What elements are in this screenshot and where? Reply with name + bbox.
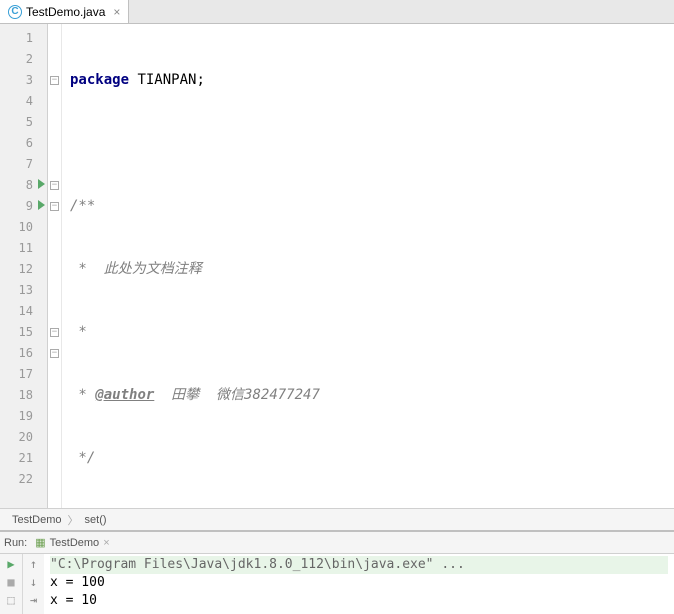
code-editor[interactable]: package TIANPAN; /** * 此处为文档注释 * * @auth…: [62, 24, 674, 508]
run-gutter-icon[interactable]: [38, 179, 45, 189]
line-number: 3: [0, 70, 47, 91]
java-class-icon: C: [8, 5, 22, 19]
line-number: 19: [0, 406, 47, 427]
breadcrumb-method[interactable]: set(): [85, 514, 107, 526]
line-number: 21: [0, 448, 47, 469]
run-gutter-icon[interactable]: [38, 200, 45, 210]
tab-bar: C TestDemo.java ×: [0, 0, 674, 24]
line-number: 20: [0, 427, 47, 448]
line-number: 8: [0, 175, 47, 196]
rerun-icon[interactable]: ▶: [3, 556, 19, 572]
line-number: 9: [0, 196, 47, 217]
run-config-icon: ▦: [35, 536, 45, 549]
line-number: 7: [0, 154, 47, 175]
line-number: 18: [0, 385, 47, 406]
line-number: 15: [0, 322, 47, 343]
fold-toggle-icon[interactable]: −: [50, 328, 59, 337]
fold-toggle-icon[interactable]: −: [50, 202, 59, 211]
down-icon[interactable]: ↓: [26, 574, 42, 590]
fold-column: − − − − −: [48, 24, 62, 508]
run-header: Run: ▦ TestDemo ×: [0, 532, 674, 554]
chevron-right-icon: 〉: [68, 512, 79, 528]
tab-filename: TestDemo.java: [26, 5, 105, 19]
editor-tab[interactable]: C TestDemo.java ×: [0, 0, 129, 23]
line-number: 10: [0, 217, 47, 238]
fold-toggle-icon[interactable]: −: [50, 349, 59, 358]
editor-area: 1 2 3 4 5 6 7 8 9 10 11 12 13 14 15 16 1…: [0, 24, 674, 508]
wrap-icon[interactable]: ⇥: [26, 592, 42, 608]
exit-icon[interactable]: ⬚: [3, 592, 19, 608]
run-toolbar-right: ↑ ↓ ⇥: [22, 554, 44, 614]
console-line: x = 100: [50, 574, 668, 592]
close-icon[interactable]: ×: [103, 537, 109, 549]
run-label: Run:: [4, 537, 27, 549]
line-number: 17: [0, 364, 47, 385]
close-icon[interactable]: ×: [113, 5, 120, 19]
line-number: 6: [0, 133, 47, 154]
console-command: "C:\Program Files\Java\jdk1.8.0_112\bin\…: [50, 556, 668, 574]
breadcrumb-class[interactable]: TestDemo: [12, 514, 62, 526]
fold-toggle-icon[interactable]: −: [50, 181, 59, 190]
up-icon[interactable]: ↑: [26, 556, 42, 572]
breadcrumb: TestDemo 〉 set(): [0, 508, 674, 530]
line-number: 16: [0, 343, 47, 364]
console-line: x = 10: [50, 592, 668, 610]
run-tool-window: Run: ▦ TestDemo × ▶ ■ ⬚ ↑ ↓ ⇥ "C:\Progra…: [0, 530, 674, 614]
line-number-gutter: 1 2 3 4 5 6 7 8 9 10 11 12 13 14 15 16 1…: [0, 24, 48, 508]
line-number: 12: [0, 259, 47, 280]
line-number: 1: [0, 28, 47, 49]
run-config-tab[interactable]: ▦ TestDemo ×: [35, 536, 109, 549]
line-number: 2: [0, 49, 47, 70]
line-number: 13: [0, 280, 47, 301]
line-number: 22: [0, 469, 47, 490]
line-number: 14: [0, 301, 47, 322]
line-number: 5: [0, 112, 47, 133]
run-toolbar-left: ▶ ■ ⬚: [0, 554, 22, 614]
fold-toggle-icon[interactable]: −: [50, 76, 59, 85]
line-number: 11: [0, 238, 47, 259]
line-number: 4: [0, 91, 47, 112]
console-output[interactable]: "C:\Program Files\Java\jdk1.8.0_112\bin\…: [44, 554, 674, 614]
stop-icon[interactable]: ■: [3, 574, 19, 590]
